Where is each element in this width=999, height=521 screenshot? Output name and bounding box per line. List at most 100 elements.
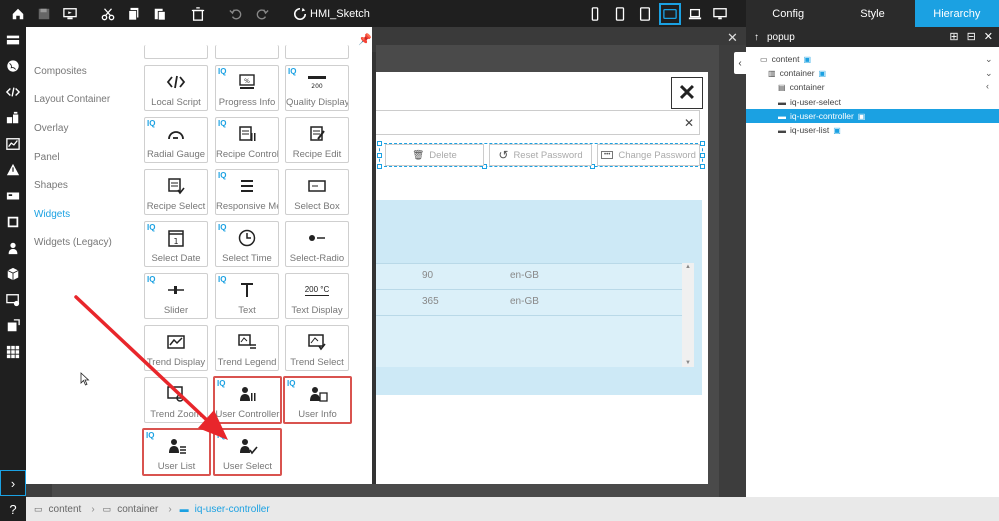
close-icon[interactable]: ✕ bbox=[727, 30, 738, 46]
tablet-large-icon[interactable] bbox=[637, 6, 653, 22]
undo-icon[interactable] bbox=[228, 6, 244, 22]
close-icon[interactable]: ✕ bbox=[684, 116, 694, 130]
resize-handle[interactable] bbox=[377, 153, 382, 158]
chevron-down-icon[interactable]: ⌄ bbox=[985, 54, 993, 65]
grid-icon[interactable] bbox=[0, 339, 26, 365]
tab-hierarchy[interactable]: Hierarchy bbox=[914, 0, 999, 27]
category-composites[interactable]: Composites bbox=[34, 66, 87, 77]
widget-tile-recipe-control[interactable]: IQ Recipe Control bbox=[215, 117, 279, 163]
chevron-left-icon[interactable]: ‹ bbox=[734, 52, 746, 74]
preview-icon[interactable] bbox=[62, 6, 78, 22]
widget-tile-select-time[interactable]: IQ Select Time bbox=[215, 221, 279, 267]
widget-tile-user-info[interactable]: IQ User Info bbox=[283, 376, 352, 424]
cube-icon[interactable] bbox=[0, 261, 26, 287]
widget-tile-trend-zoom[interactable]: Trend Zoom bbox=[144, 377, 208, 423]
code-icon[interactable] bbox=[0, 79, 26, 105]
redo-icon[interactable] bbox=[254, 6, 270, 22]
tab-style[interactable]: Style bbox=[830, 0, 914, 27]
reset-password-button[interactable]: ↺ Reset Password bbox=[489, 144, 592, 166]
category-layout-container[interactable]: Layout Container bbox=[34, 94, 110, 105]
desktop-icon[interactable] bbox=[712, 6, 728, 22]
delete-icon[interactable] bbox=[190, 6, 206, 22]
canvas-side-gutter bbox=[719, 45, 746, 497]
tablet-landscape-icon[interactable] bbox=[659, 2, 681, 25]
widget-tile-trend-display[interactable]: Trend Display bbox=[144, 325, 208, 371]
widget-tile-progress-info[interactable]: IQ % Progress Info bbox=[215, 65, 279, 111]
user-info-icon bbox=[285, 384, 350, 404]
breadcrumb-item[interactable]: ▭ container bbox=[103, 504, 159, 515]
widget-tile-user-controller[interactable]: IQ User Controller bbox=[213, 376, 282, 424]
widget-tile-responsive-menu[interactable]: IQ Responsive Menu bbox=[215, 169, 279, 215]
pin-icon[interactable]: 📌 bbox=[358, 33, 372, 46]
panel-icon[interactable] bbox=[0, 209, 26, 235]
tree-node[interactable]: ▬ iq-user-select bbox=[778, 95, 990, 109]
tree-node[interactable]: ▭ content ▣ bbox=[760, 52, 990, 66]
chevron-left-icon[interactable]: ‹ bbox=[986, 81, 989, 91]
caret-down-icon[interactable]: ▼ bbox=[685, 360, 691, 366]
tree-node-selected[interactable]: ▬ iq-user-controller ▣ bbox=[746, 109, 999, 123]
category-panel[interactable]: Panel bbox=[34, 152, 60, 163]
category-widgets-legacy[interactable]: Widgets (Legacy) bbox=[34, 237, 112, 248]
popup-close-button[interactable]: ✕ bbox=[671, 77, 703, 109]
monitor-settings-icon[interactable] bbox=[0, 287, 26, 313]
chevron-down-icon[interactable]: ⌄ bbox=[985, 68, 993, 79]
paste-icon[interactable] bbox=[152, 6, 168, 22]
chart-icon[interactable] bbox=[0, 131, 26, 157]
widget-tile-recipe-edit[interactable]: Recipe Edit bbox=[285, 117, 349, 163]
widget-tile-quality-display[interactable]: IQ 200 Quality Display bbox=[285, 65, 349, 111]
resize-handle[interactable] bbox=[377, 164, 382, 169]
tablet-portrait-icon[interactable] bbox=[612, 6, 628, 22]
resize-handle[interactable] bbox=[700, 153, 705, 158]
widget-tile-text[interactable]: IQ Text bbox=[215, 273, 279, 319]
change-password-button[interactable]: ••• Change Password bbox=[597, 144, 700, 166]
widget-tile-select-box[interactable]: Select Box bbox=[285, 169, 349, 215]
widget-tile-trend-legend[interactable]: Trend Legend bbox=[215, 325, 279, 371]
widget-categories: Composites Layout Container Overlay Pane… bbox=[26, 27, 140, 485]
save-icon[interactable] bbox=[36, 6, 52, 22]
resize-handle[interactable] bbox=[700, 141, 705, 146]
export-icon[interactable] bbox=[0, 313, 26, 339]
table-scrollbar[interactable]: ▲ ▼ bbox=[682, 263, 694, 367]
widgets-icon[interactable] bbox=[0, 105, 26, 131]
widget-tile-select-radio[interactable]: Select-Radio bbox=[285, 221, 349, 267]
warning-icon[interactable] bbox=[0, 157, 26, 183]
expand-panel-button[interactable]: › bbox=[0, 470, 26, 496]
phone-portrait-icon[interactable] bbox=[587, 6, 603, 22]
breadcrumb-item-current[interactable]: ▬ iq-user-controller bbox=[180, 504, 270, 515]
add-icon[interactable]: ⊞ bbox=[949, 30, 958, 43]
help-button[interactable]: ? bbox=[0, 497, 26, 521]
widget-tile-radial-gauge[interactable]: IQ Radial Gauge bbox=[144, 117, 208, 163]
delete-button[interactable]: 🗑 Delete bbox=[385, 144, 484, 166]
widget-tile-local-script[interactable]: Local Script bbox=[144, 65, 208, 111]
device-icon[interactable] bbox=[0, 183, 26, 209]
widget-tile-text-display[interactable]: 200 °C Text Display bbox=[285, 273, 349, 319]
home-icon[interactable] bbox=[10, 6, 26, 22]
globe-icon[interactable] bbox=[0, 53, 26, 79]
tree-node[interactable]: ▥ container ▣ bbox=[768, 66, 990, 80]
close-icon[interactable]: ✕ bbox=[984, 30, 993, 43]
laptop-icon[interactable] bbox=[687, 6, 703, 22]
widget-tile-trend-select[interactable]: Trend Select bbox=[285, 325, 349, 371]
caret-up-icon[interactable]: ▲ bbox=[685, 264, 691, 270]
arrow-up-icon[interactable]: ↑ bbox=[754, 32, 759, 43]
tab-config[interactable]: Config bbox=[746, 0, 830, 27]
breadcrumb-item[interactable]: ▭ content bbox=[34, 504, 81, 515]
category-overlay[interactable]: Overlay bbox=[34, 123, 68, 134]
widget-tile-partial bbox=[285, 45, 349, 59]
category-shapes[interactable]: Shapes bbox=[34, 180, 68, 191]
category-widgets[interactable]: Widgets bbox=[34, 209, 70, 220]
copy-icon[interactable] bbox=[126, 6, 142, 22]
cut-icon[interactable] bbox=[100, 6, 116, 22]
widget-tile-user-list[interactable]: IQ User List bbox=[142, 428, 211, 476]
resize-handle[interactable] bbox=[700, 164, 705, 169]
widget-tile-select-date[interactable]: IQ 1 Select Date bbox=[144, 221, 208, 267]
layout-icon[interactable] bbox=[0, 27, 26, 53]
tree-node[interactable]: ▬ iq-user-list ▣ bbox=[778, 123, 990, 137]
widget-tile-recipe-select[interactable]: Recipe Select bbox=[144, 169, 208, 215]
widget-tile-user-select[interactable]: IQ User Select bbox=[213, 428, 282, 476]
user-icon[interactable] bbox=[0, 235, 26, 261]
collapse-icon[interactable]: ⊟ bbox=[967, 30, 976, 43]
tree-node[interactable]: ▤ container bbox=[778, 80, 990, 94]
resize-handle[interactable] bbox=[377, 141, 382, 146]
widget-tile-slider[interactable]: IQ Slider bbox=[144, 273, 208, 319]
